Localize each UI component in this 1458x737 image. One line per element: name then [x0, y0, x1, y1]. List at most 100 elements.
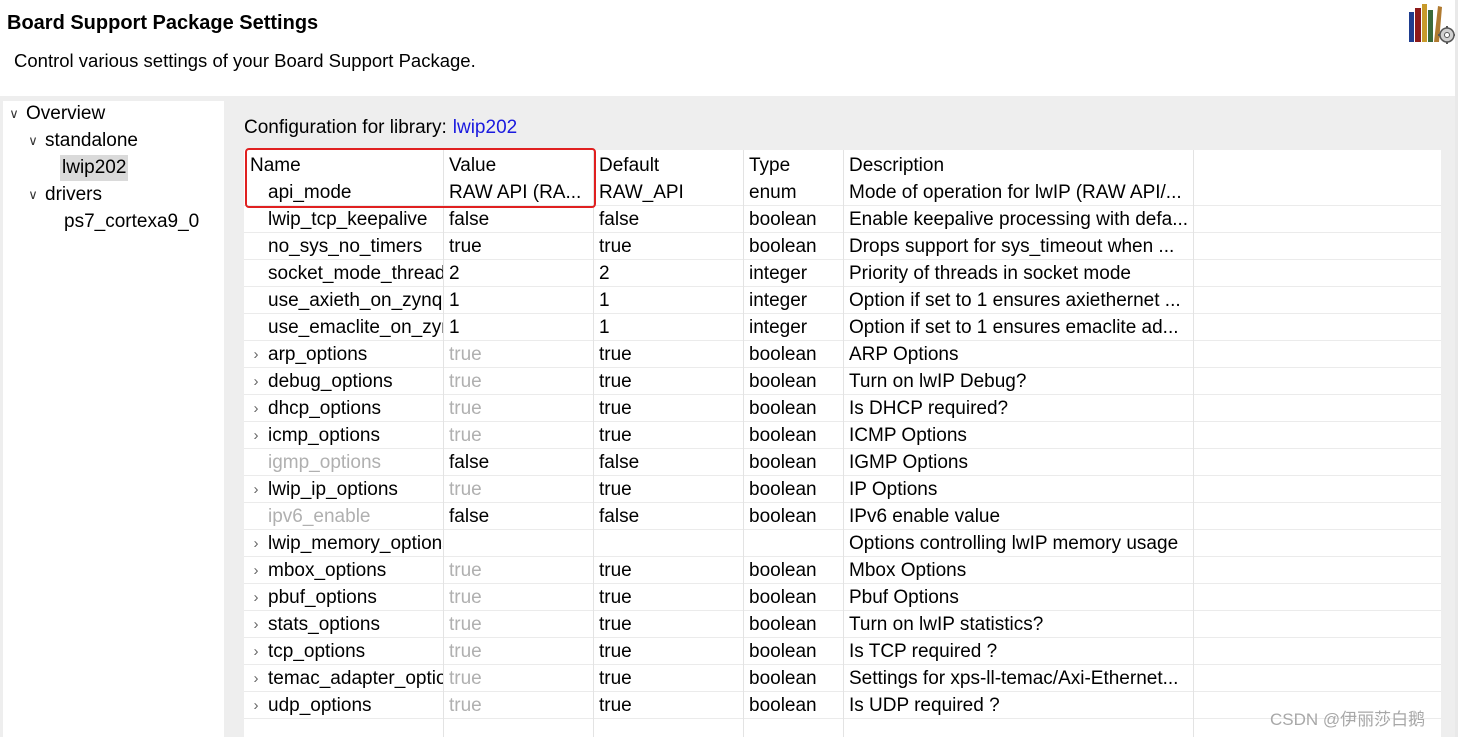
bsp-tree: ∨ Overview ∨ standalone lwip202 ∨ driver… — [3, 101, 224, 737]
cell-name: ipv6_enable — [268, 506, 371, 527]
column-header-default[interactable]: Default — [593, 150, 743, 179]
cell-value[interactable]: 1 — [443, 314, 593, 341]
tree-item-overview[interactable]: Overview — [26, 101, 105, 127]
column-divider — [443, 150, 444, 737]
cell-value[interactable]: true — [443, 476, 593, 503]
cell-default: true — [599, 560, 632, 581]
cell-description: IGMP Options — [849, 452, 968, 473]
cell-value[interactable]: RAW API (RA... — [443, 179, 593, 206]
cell-value[interactable]: true — [443, 233, 593, 260]
cell-value[interactable]: 1 — [443, 287, 593, 314]
cell-default: true — [599, 344, 632, 365]
cell-type: integer — [749, 290, 808, 311]
cell-description: Settings for xps-ll-temac/Axi-Ethernet..… — [849, 668, 1179, 689]
cell-type: boolean — [749, 560, 817, 581]
cell-type: boolean — [749, 344, 817, 365]
cell-value[interactable]: true — [443, 368, 593, 395]
cell-type: boolean — [749, 371, 817, 392]
cell-description: Turn on lwIP Debug? — [849, 371, 1027, 392]
cell-value[interactable] — [443, 530, 593, 557]
cell-value[interactable]: true — [443, 422, 593, 449]
cell-description: Is TCP required ? — [849, 641, 998, 662]
column-header-value[interactable]: Value — [443, 150, 593, 179]
cell-default: true — [599, 695, 632, 716]
cell-value[interactable]: true — [443, 638, 593, 665]
page-description: Control various settings of your Board S… — [14, 50, 476, 71]
cell-type: integer — [749, 263, 808, 284]
cell-value[interactable]: 2 — [443, 260, 593, 287]
cell-type: boolean — [749, 641, 817, 662]
cell-description: Option if set to 1 ensures emaclite ad..… — [849, 317, 1179, 338]
cell-value[interactable]: true — [443, 395, 593, 422]
cell-value[interactable]: false — [443, 503, 593, 530]
cell-description: Turn on lwIP statistics? — [849, 614, 1044, 635]
cell-default: true — [599, 425, 632, 446]
cell-description: IPv6 enable value — [849, 506, 1001, 527]
cell-description: Options controlling lwIP memory usage — [849, 533, 1179, 554]
cell-name: socket_mode_thread_prio — [268, 263, 443, 284]
cell-name: use_axieth_on_zynq — [268, 290, 443, 311]
cell-description: ICMP Options — [849, 425, 967, 446]
cell-type: enum — [749, 182, 797, 203]
cell-name: dhcp_options — [268, 398, 382, 419]
cell-name: debug_options — [268, 371, 393, 392]
column-header-description[interactable]: Description — [843, 150, 1193, 179]
cell-value[interactable]: true — [443, 692, 593, 719]
cell-name: no_sys_no_timers — [268, 236, 423, 257]
column-header-name[interactable]: Name — [244, 150, 443, 179]
column-header-type[interactable]: Type — [743, 150, 843, 179]
cell-value[interactable]: true — [443, 611, 593, 638]
cell-name: lwip_tcp_keepalive — [268, 209, 428, 230]
cell-type: boolean — [749, 209, 817, 230]
cell-value[interactable]: true — [443, 665, 593, 692]
cell-default: true — [599, 398, 632, 419]
cell-value[interactable]: true — [443, 584, 593, 611]
library-link[interactable]: lwip202 — [453, 117, 517, 138]
cell-default: false — [599, 452, 640, 473]
cell-type: boolean — [749, 479, 817, 500]
cell-default: true — [599, 371, 632, 392]
cell-name: arp_options — [268, 344, 368, 365]
cell-default: true — [599, 587, 632, 608]
cell-description: IP Options — [849, 479, 938, 500]
chevron-down-icon[interactable]: ∨ — [26, 128, 40, 154]
config-label-text: Configuration for library: — [244, 117, 447, 138]
cell-name: use_emaclite_on_zynq — [268, 317, 443, 338]
bsp-settings-icon — [1404, 2, 1458, 44]
cell-description: Is UDP required ? — [849, 695, 1000, 716]
cell-type: boolean — [749, 398, 817, 419]
cell-value[interactable]: true — [443, 557, 593, 584]
cell-name: icmp_options — [268, 425, 380, 446]
cell-value[interactable]: false — [443, 206, 593, 233]
cell-value[interactable]: true — [443, 341, 593, 368]
cell-description: Drops support for sys_timeout when ... — [849, 236, 1175, 257]
cell-name: stats_options — [268, 614, 380, 635]
cell-default: true — [599, 668, 632, 689]
cell-type: boolean — [749, 452, 817, 473]
cell-default: 1 — [599, 290, 610, 311]
cell-type: boolean — [749, 668, 817, 689]
cell-type: boolean — [749, 236, 817, 257]
column-divider — [1193, 150, 1194, 737]
cell-default: 2 — [599, 263, 610, 284]
watermark: CSDN @伊丽莎白鹅 — [1270, 710, 1426, 729]
chevron-down-icon[interactable]: ∨ — [7, 101, 21, 127]
cell-default: true — [599, 479, 632, 500]
cell-type: integer — [749, 317, 808, 338]
cell-description: ARP Options — [849, 344, 959, 365]
cell-type: boolean — [749, 695, 817, 716]
cell-name: tcp_options — [268, 641, 366, 662]
cell-description: Mode of operation for lwIP (RAW API/... — [849, 182, 1182, 203]
page-header: Board Support Package Settings Control v… — [0, 0, 1458, 96]
tree-item-standalone[interactable]: standalone — [45, 128, 138, 154]
cell-default: false — [599, 506, 640, 527]
cell-value[interactable]: false — [443, 449, 593, 476]
chevron-down-icon[interactable]: ∨ — [26, 182, 40, 208]
tree-item-drivers[interactable]: drivers — [45, 182, 102, 208]
tree-item-cpu[interactable]: ps7_cortexa9_0 — [64, 209, 199, 235]
tree-item-lwip202[interactable]: lwip202 — [60, 155, 129, 181]
cell-name: temac_adapter_options — [268, 668, 443, 689]
cell-description: Is DHCP required? — [849, 398, 1009, 419]
cell-name: lwip_memory_options — [268, 533, 443, 554]
cell-default: false — [599, 209, 640, 230]
